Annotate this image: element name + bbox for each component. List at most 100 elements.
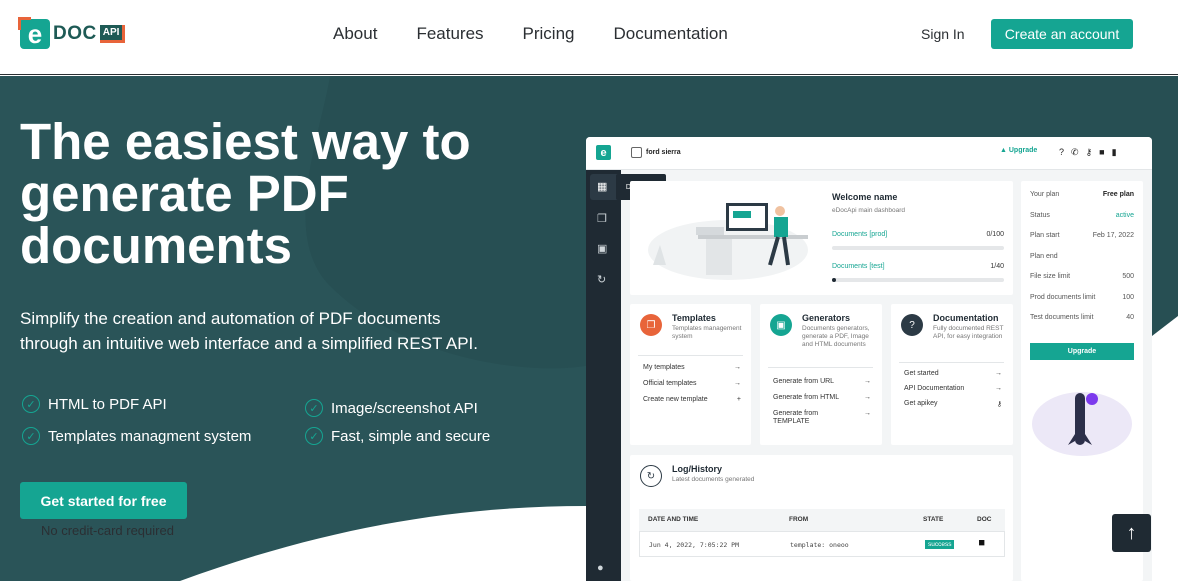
arrow-right-icon: →	[734, 364, 741, 371]
prod-docs-row: Documents [prod] 0/100	[832, 231, 1004, 238]
log-table-header: DATE AND TIME FROM STATE DOC	[639, 509, 1005, 531]
edocapi-logo[interactable]: e DOC API	[18, 17, 126, 50]
plan-info-value: Free plan	[1102, 191, 1134, 198]
log-col-from: FROM	[789, 516, 809, 523]
nav-links: About Features Pricing Documentation	[333, 24, 728, 44]
log-col-state: STATE	[923, 516, 944, 523]
create-account-button[interactable]: Create an account	[991, 19, 1133, 49]
plan-upgrade-button: Upgrade	[1030, 343, 1134, 360]
question-icon: ?	[901, 314, 923, 336]
plan-info-row: Plan start Feb 17, 2022	[1030, 232, 1134, 253]
status-badge: success	[925, 540, 955, 549]
nav-link-about[interactable]: About	[333, 24, 377, 44]
divider	[638, 355, 743, 356]
nav-link-pricing[interactable]: Pricing	[523, 24, 575, 44]
feature-label: Image/screenshot API	[331, 399, 478, 417]
plan-info-label: File size limit	[1030, 273, 1071, 280]
test-docs-value: 1/40	[990, 263, 1004, 270]
phone-icon: ✆	[1071, 147, 1079, 157]
card-link-label: Official templates	[643, 380, 697, 387]
templates-links: My templates → Official templates → Create n…	[643, 364, 741, 412]
sign-in-link[interactable]: Sign In	[921, 26, 965, 42]
plan-info-row: Your plan Free plan	[1030, 191, 1134, 212]
log-from-cell: template: oneoo	[790, 541, 849, 549]
hero-subtitle: Simplify the creation and automation of …	[20, 309, 478, 353]
get-started-button[interactable]: Get started for free	[20, 482, 187, 519]
dashboard-upgrade-link: ▲ Upgrade	[1000, 147, 1038, 154]
generators-subtitle: Documents generators, generate a PDF, Im…	[802, 325, 870, 348]
log-title: Log/History	[672, 464, 723, 474]
plan-info-label: Test documents limit	[1030, 314, 1094, 321]
log-subtitle: Latest documents generated	[672, 476, 755, 483]
rocket-illustration	[1032, 392, 1132, 456]
account-icon: ■	[1099, 147, 1105, 157]
help-icon: ?	[1059, 147, 1065, 157]
user-avatar-icon	[631, 147, 642, 158]
generators-title: Generators	[802, 313, 851, 323]
feature-label: HTML to PDF API	[48, 395, 167, 413]
log-table-row: Jun 4, 2022, 7:05:22 PM template: oneoo …	[639, 531, 1005, 557]
generators-card: ▣ Generators Documents generators, gener…	[760, 304, 882, 445]
log-date-cell: Jun 4, 2022, 7:05:22 PM	[649, 541, 740, 549]
check-circle-icon: ✓	[305, 399, 323, 417]
top-navbar: e DOC API About Features Pricing Documen…	[0, 0, 1178, 75]
plan-info-label: Plan end	[1030, 252, 1058, 260]
log-col-date: DATE AND TIME	[648, 516, 699, 523]
welcome-subtitle: eDocApi main dashboard	[832, 207, 905, 214]
logo-wordmark: DOC	[53, 23, 97, 44]
logo-e-mark: e	[18, 17, 50, 49]
hero-title: The easiest way to generate PDF document…	[20, 113, 471, 274]
plan-info-row: Prod documents limit 100	[1030, 294, 1134, 315]
help-circle-icon: ●	[597, 562, 604, 574]
scroll-to-top-button[interactable]: ↑	[1112, 514, 1151, 552]
card-link-label: My templates	[643, 364, 685, 371]
logout-icon: ▮	[1111, 147, 1117, 157]
plan-info-row: Status active	[1030, 212, 1134, 233]
check-circle-icon: ✓	[22, 427, 40, 445]
no-credit-card-note: No credit-card required	[41, 523, 174, 538]
templates-subtitle: Templates management system	[672, 325, 742, 340]
nav-link-features[interactable]: Features	[416, 24, 483, 44]
card-link: Create new template +	[643, 396, 741, 412]
desk-illustration	[648, 203, 808, 280]
welcome-title: Welcome name	[832, 192, 898, 202]
documentation-subtitle: Fully documented REST API, for easy inte…	[933, 325, 1004, 340]
card-link: Generate from TEMPLATE →	[773, 410, 871, 426]
card-link: Generate from HTML →	[773, 394, 871, 410]
check-circle-icon: ✓	[305, 427, 323, 445]
plan-info-label: Status	[1030, 211, 1050, 219]
plan-info-value: 100	[1122, 293, 1134, 301]
templates-icon: ❐	[640, 314, 662, 336]
arrow-right-icon: →	[864, 378, 871, 385]
prod-docs-label: Documents [prod]	[832, 231, 888, 238]
plan-info-list: Your plan Free plan Status active Plan start…	[1030, 191, 1134, 335]
history-icon: ↻	[640, 465, 662, 487]
dashboard-username: ford sierra	[646, 149, 681, 156]
grid-icon: ▦	[597, 181, 608, 193]
key-icon: ⚷	[1085, 147, 1093, 157]
card-link: Official templates →	[643, 380, 741, 396]
plan-info-value: Feb 17, 2022	[1092, 232, 1134, 239]
templates-card: ❐ Templates Templates management system …	[630, 304, 751, 445]
copy-icon: ❐	[597, 213, 607, 225]
nav-link-documentation[interactable]: Documentation	[614, 24, 728, 44]
dashboard-user: ford sierra	[631, 147, 681, 158]
card-link-label: Get apikey	[904, 400, 938, 407]
card-link: Generate from URL →	[773, 378, 871, 394]
arrow-up-icon: ↑	[1126, 521, 1137, 544]
dashboard-sidebar: ▦ ❐ ▣ ↻ ●	[586, 170, 621, 581]
chip-icon: ▣	[770, 314, 792, 336]
key-icon: ⚷	[996, 401, 1002, 408]
welcome-card: Welcome name eDocApi main dashboard Docu…	[630, 181, 1013, 295]
dashboard-logo: e	[596, 145, 611, 160]
plan-info-row: File size limit 500	[1030, 273, 1134, 294]
feature-item: ✓ Fast, simple and secure	[305, 427, 490, 445]
arrow-right-icon: →	[864, 394, 871, 401]
plan-info-row: Plan end	[1030, 253, 1134, 274]
log-col-doc: DOC	[977, 516, 992, 523]
feature-label: Fast, simple and secure	[331, 427, 491, 445]
arrow-right-icon: →	[995, 370, 1002, 377]
card-link-label: Generate from HTML	[773, 394, 840, 401]
templates-title: Templates	[672, 313, 716, 323]
arrow-right-icon: →	[995, 385, 1002, 392]
